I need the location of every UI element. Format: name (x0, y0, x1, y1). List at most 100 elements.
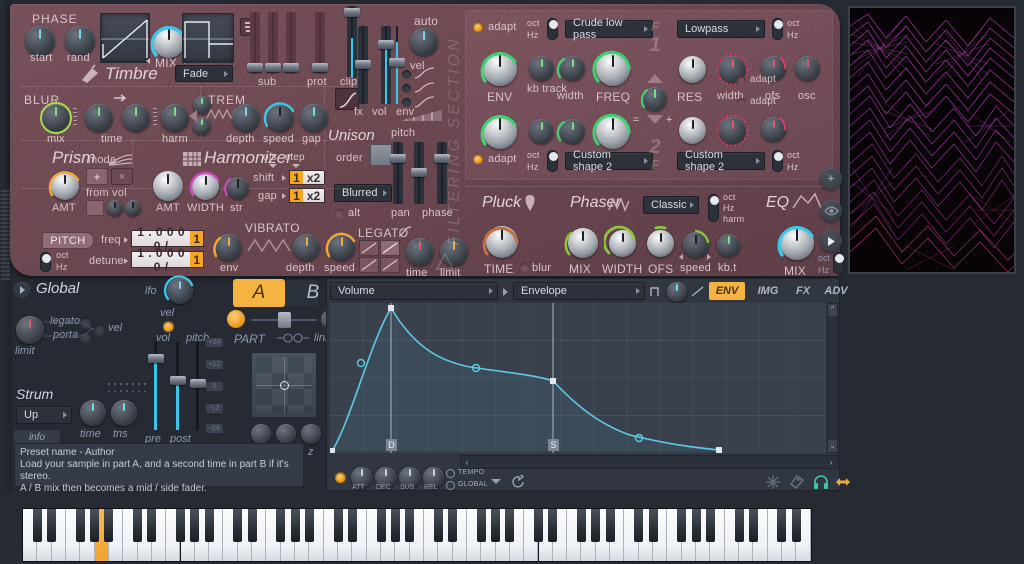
auto-knob[interactable] (410, 28, 438, 56)
black-key[interactable] (792, 509, 801, 542)
black-key[interactable] (405, 509, 414, 542)
black-key[interactable] (577, 509, 586, 542)
black-key[interactable] (305, 509, 314, 542)
env-slider-visible[interactable] (392, 26, 402, 104)
tempo-radio[interactable] (446, 469, 455, 478)
black-key[interactable] (76, 509, 85, 542)
tab-img[interactable]: IMG (751, 282, 785, 300)
black-key[interactable] (735, 509, 744, 542)
envelope-target-combo[interactable]: Volume (330, 282, 498, 300)
prism-from-vol-knob-2[interactable] (125, 200, 141, 216)
sub-slider-2[interactable] (268, 12, 278, 74)
unison-pitch-slider[interactable] (393, 142, 403, 204)
marker-sustain[interactable]: S (548, 439, 559, 451)
black-key[interactable] (434, 509, 443, 542)
prism-from-vol-knob-1[interactable] (107, 200, 123, 216)
blur-harm-knob[interactable] (161, 104, 189, 132)
phaser-speed-left-arrow[interactable] (679, 254, 683, 260)
envelope-step-icon[interactable] (650, 284, 664, 298)
black-key[interactable] (176, 509, 185, 542)
strum-tns-knob[interactable] (111, 400, 137, 426)
black-key[interactable] (47, 509, 56, 542)
right-plus-icon[interactable]: + (820, 168, 842, 190)
filter-a-shape-combo-bottom[interactable]: Custom shape 2 (565, 152, 653, 170)
envelope-menu-arrow[interactable] (491, 479, 501, 484)
envelope-reset-icon[interactable] (512, 475, 526, 489)
black-key[interactable] (491, 509, 500, 542)
black-key[interactable] (104, 509, 113, 542)
black-key[interactable] (548, 509, 557, 542)
black-key[interactable] (749, 509, 758, 542)
filter-module-2-label[interactable]: 2F (644, 138, 666, 174)
black-key[interactable] (377, 509, 386, 542)
filter-b-adapt-led-bottom[interactable] (737, 98, 746, 107)
vibrato-depth-knob[interactable] (293, 234, 320, 261)
unison-order-pad[interactable] (370, 144, 392, 166)
filter-octhz-toggle-bottom-right[interactable] (772, 150, 783, 172)
harmonizer-ofs-arrow[interactable] (269, 164, 277, 168)
black-key[interactable] (448, 509, 457, 542)
harmonizer-gap-arrow[interactable] (282, 193, 286, 199)
phaser-speed-right-arrow[interactable] (707, 254, 711, 260)
black-key[interactable] (291, 509, 300, 542)
harmonizer-gap-field[interactable]: 1 x2 (289, 188, 325, 203)
envelope-tension-knob[interactable] (667, 282, 687, 302)
tab-adv[interactable]: ADV (819, 282, 853, 300)
global-pre-fx-slider[interactable] (151, 342, 161, 430)
harmonizer-shift-arrow[interactable] (282, 175, 286, 181)
trem-gap-knob[interactable] (300, 104, 328, 132)
snowflake-icon[interactable] (765, 474, 781, 490)
global-expand-icon[interactable] (14, 282, 30, 298)
pitch-detune-field[interactable]: 1 . 0 0 0 0 / 1 (131, 251, 204, 268)
black-key[interactable] (706, 509, 715, 542)
envelope-hscrollbar[interactable]: ‹ › (460, 455, 838, 469)
black-key[interactable] (90, 509, 99, 542)
filter-a-kbtrack-knob-bottom[interactable] (529, 119, 554, 144)
black-key[interactable] (777, 509, 786, 542)
phaser-preset-combo[interactable]: Classic (643, 196, 699, 214)
legato-mode-grid[interactable] (359, 240, 401, 274)
black-key[interactable] (534, 509, 543, 542)
global-pitch-slider[interactable] (193, 342, 203, 430)
mod-y-knob[interactable] (276, 424, 296, 444)
prism-mode-plus-button[interactable]: + (86, 168, 108, 185)
fx-slider[interactable] (358, 26, 368, 104)
envelope-vscrollbar[interactable]: ⌃ ⌄ (827, 303, 838, 453)
mod-xy-pad[interactable] (251, 352, 317, 418)
filter-b-shape-combo-top[interactable]: Lowpass (677, 20, 765, 38)
global-radio[interactable] (446, 481, 455, 490)
part-mix-slider-handle[interactable] (278, 312, 291, 328)
trem-depth-knob[interactable] (232, 104, 260, 132)
black-key[interactable] (190, 509, 199, 542)
black-key[interactable] (505, 509, 514, 542)
black-key[interactable] (591, 509, 600, 542)
black-key[interactable] (205, 509, 214, 542)
filter-octhz-toggle-top-left[interactable] (547, 18, 558, 40)
black-key[interactable] (233, 509, 242, 542)
global-limit-knob[interactable] (16, 316, 44, 344)
sub-slider-1[interactable] (250, 12, 260, 74)
filter-b-osc-knob-top[interactable] (795, 56, 820, 81)
harmonizer-amt-knob[interactable] (153, 171, 183, 201)
black-key[interactable] (276, 509, 285, 542)
black-key[interactable] (391, 509, 400, 542)
timbre-fade-combo[interactable]: Fade (175, 65, 233, 82)
black-key[interactable] (248, 509, 257, 542)
pitch-freq-field[interactable]: 1 . 0 0 0 0 / 1 (131, 230, 204, 247)
prot-slider[interactable] (315, 12, 325, 74)
global-post-fx-slider[interactable] (173, 342, 183, 430)
phaser-kbt-knob[interactable] (717, 234, 740, 257)
tab-env[interactable]: ENV (709, 282, 745, 300)
envelope-slope-icon[interactable] (691, 284, 705, 298)
black-key[interactable] (147, 509, 156, 542)
prism-from-vol-btn-1[interactable] (86, 200, 104, 216)
arrows-icon[interactable] (835, 475, 851, 489)
info-tab[interactable]: info (14, 430, 60, 444)
pitch-badge[interactable]: PITCH (42, 232, 94, 249)
pitch-detune-arrow[interactable] (124, 258, 128, 264)
mod-z-knob[interactable] (301, 424, 321, 444)
tag-icon[interactable] (789, 474, 805, 490)
harmonic-spectrum-visualizer[interactable] (848, 6, 1016, 274)
harmonizer-step-arrow[interactable] (292, 164, 300, 168)
black-key[interactable] (606, 509, 615, 542)
